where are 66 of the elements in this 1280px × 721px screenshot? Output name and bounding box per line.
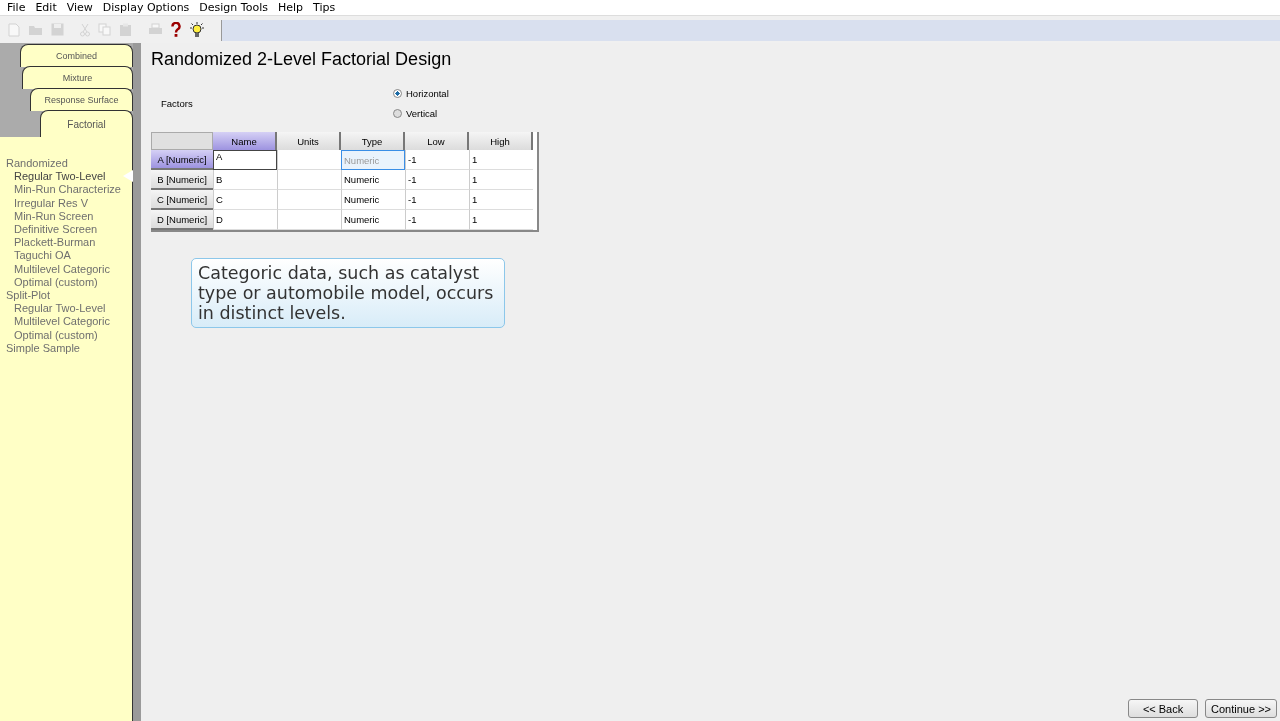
row-header[interactable]: C [Numeric] bbox=[151, 190, 213, 210]
table-cell[interactable]: Numeric bbox=[341, 190, 405, 210]
sidebar-tab[interactable]: Response Surface bbox=[30, 88, 133, 111]
page-title: Randomized 2-Level Factorial Design bbox=[151, 49, 453, 71]
menu-item[interactable]: Help bbox=[272, 1, 308, 14]
tree-item[interactable]: Min-Run Characterize bbox=[0, 183, 132, 197]
table-cell[interactable]: -1 bbox=[405, 150, 469, 170]
tree-item[interactable]: Randomized bbox=[0, 157, 132, 171]
lightbulb-icon[interactable] bbox=[189, 21, 205, 38]
panel-splitter[interactable] bbox=[133, 43, 141, 721]
table-cell[interactable]: -1 bbox=[405, 170, 469, 190]
table-corner-header bbox=[151, 132, 213, 150]
table-cell[interactable]: 1 bbox=[469, 170, 533, 190]
table-cell[interactable] bbox=[277, 170, 341, 190]
orientation-radio[interactable]: Horizontal bbox=[393, 87, 449, 99]
sidebar-tab[interactable]: Factorial bbox=[40, 110, 133, 137]
row-header[interactable]: A [Numeric] bbox=[151, 150, 213, 170]
row-header[interactable]: B [Numeric] bbox=[151, 170, 213, 190]
orientation-radio[interactable]: Vertical bbox=[393, 107, 449, 119]
column-header[interactable]: Type bbox=[341, 132, 405, 150]
menu-item[interactable]: Display Options bbox=[97, 1, 195, 14]
row-header[interactable]: D [Numeric] bbox=[151, 210, 213, 230]
tree-item[interactable]: Irregular Res V bbox=[0, 196, 132, 210]
tree-item[interactable]: Plackett-Burman bbox=[0, 236, 132, 250]
table-cell[interactable]: Numeric bbox=[341, 210, 405, 230]
table-cell[interactable]: -1 bbox=[405, 210, 469, 230]
radio-icon[interactable] bbox=[393, 88, 402, 98]
radio-icon[interactable] bbox=[393, 108, 402, 118]
column-header[interactable]: Low bbox=[405, 132, 469, 150]
column-header[interactable]: Name bbox=[213, 132, 277, 150]
table-cell[interactable] bbox=[277, 210, 341, 230]
table-cell[interactable]: C bbox=[213, 190, 277, 210]
factors-label: Factors bbox=[160, 97, 194, 109]
tree-item[interactable]: Regular Two-Level bbox=[0, 170, 132, 184]
menu-item[interactable]: Edit bbox=[30, 1, 62, 14]
sidebar-tab[interactable]: Mixture bbox=[22, 66, 133, 89]
question-mark-icon[interactable] bbox=[171, 22, 181, 37]
menu-item[interactable]: View bbox=[61, 1, 98, 14]
table-cell[interactable]: 1 bbox=[469, 190, 533, 210]
tree-item[interactable]: Taguchi OA bbox=[0, 249, 132, 263]
table-cell[interactable]: 1 bbox=[469, 210, 533, 230]
column-header[interactable]: Units bbox=[277, 132, 341, 150]
tree-item[interactable]: Multilevel Categoric bbox=[0, 262, 132, 276]
tree-item[interactable]: Regular Two-Level bbox=[0, 302, 132, 316]
tree-item[interactable]: Optimal (custom) bbox=[0, 328, 132, 342]
menu-item[interactable]: File bbox=[2, 1, 31, 14]
tree-item[interactable]: Definitive Screen bbox=[0, 223, 132, 237]
tree-item[interactable]: Multilevel Categoric bbox=[0, 315, 132, 329]
table-cell[interactable]: Numeric bbox=[341, 170, 405, 190]
nav-button[interactable]: << Back bbox=[1128, 699, 1199, 718]
table-cell[interactable]: D bbox=[213, 210, 277, 230]
tree-item[interactable]: Optimal (custom) bbox=[0, 275, 132, 290]
tree-item[interactable]: Simple Sample bbox=[0, 341, 132, 356]
menu-item[interactable]: Tips bbox=[308, 1, 341, 14]
tip-callout: Categoric data, such as catalyst type or automobile model, occurs in distinct levels. bbox=[191, 258, 505, 328]
table-cell[interactable]: B bbox=[213, 170, 277, 190]
tree-item[interactable]: Min-Run Screen bbox=[0, 209, 132, 223]
menu-item[interactable]: Design Tools bbox=[194, 1, 273, 14]
table-cell[interactable]: -1 bbox=[405, 190, 469, 210]
sidebar-tab[interactable]: Combined bbox=[20, 44, 133, 67]
table-cell[interactable]: 1 bbox=[469, 150, 533, 170]
nav-button[interactable]: Continue >> bbox=[1205, 699, 1277, 718]
tree-item[interactable]: Split-Plot bbox=[0, 289, 132, 303]
table-cell[interactable] bbox=[277, 190, 341, 210]
table-cell[interactable]: A bbox=[213, 150, 277, 170]
column-header[interactable]: High bbox=[469, 132, 533, 150]
